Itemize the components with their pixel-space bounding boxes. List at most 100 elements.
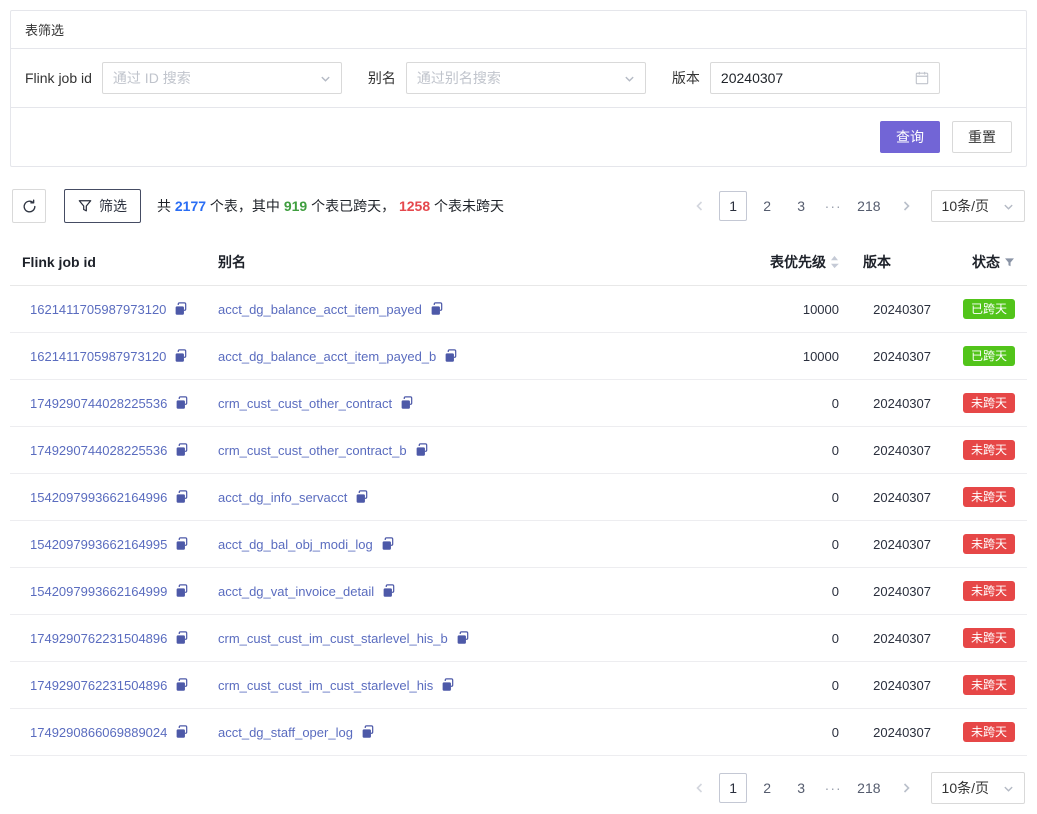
- copy-icon[interactable]: [174, 725, 188, 739]
- row-alias[interactable]: acct_dg_staff_oper_log: [218, 725, 353, 740]
- row-alias[interactable]: crm_cust_cust_other_contract: [218, 396, 392, 411]
- row-alias[interactable]: acct_dg_balance_acct_item_payed: [218, 302, 422, 317]
- page-button-218[interactable]: 218: [851, 191, 886, 221]
- total-count: 2177: [175, 198, 206, 214]
- row-alias[interactable]: acct_dg_balance_acct_item_payed_b: [218, 349, 436, 364]
- copy-icon[interactable]: [174, 443, 188, 457]
- summary-seg2: 个表，其中: [206, 198, 284, 214]
- filter-card: 表筛选 Flink job id 通过 ID 搜索 别名 通过别名搜索 版本 2…: [10, 10, 1027, 167]
- row-flink-id[interactable]: 1749290744028225536: [30, 443, 167, 458]
- page-size-select[interactable]: 10条/页: [931, 772, 1025, 804]
- copy-icon[interactable]: [174, 631, 188, 645]
- refresh-button[interactable]: [12, 189, 46, 223]
- row-flink-id[interactable]: 1542097993662164995: [30, 537, 167, 552]
- page-ellipsis[interactable]: ···: [821, 780, 845, 796]
- search-button[interactable]: 查询: [880, 121, 940, 153]
- table-row: 1621411705987973120 acct_dg_balance_acct…: [10, 333, 1027, 380]
- row-alias[interactable]: acct_dg_info_servacct: [218, 490, 347, 505]
- copy-icon[interactable]: [174, 678, 188, 692]
- row-priority: 0: [741, 615, 851, 662]
- row-alias[interactable]: acct_dg_vat_invoice_detail: [218, 584, 374, 599]
- table-row: 1621411705987973120 acct_dg_balance_acct…: [10, 286, 1027, 333]
- page-button-218[interactable]: 218: [851, 773, 886, 803]
- row-flink-id[interactable]: 1542097993662164999: [30, 584, 167, 599]
- filter-button[interactable]: 筛选: [64, 189, 141, 223]
- row-flink-id[interactable]: 1542097993662164996: [30, 490, 167, 505]
- alias-select[interactable]: 通过别名搜索: [406, 62, 646, 94]
- row-alias[interactable]: crm_cust_cust_other_contract_b: [218, 443, 407, 458]
- copy-icon[interactable]: [360, 725, 374, 739]
- filter-icon: [78, 199, 92, 213]
- row-alias[interactable]: crm_cust_cust_im_cust_starlevel_his_b: [218, 631, 448, 646]
- sort-icon[interactable]: [830, 255, 839, 269]
- page-size-select[interactable]: 10条/页: [931, 190, 1025, 222]
- copy-icon[interactable]: [381, 584, 395, 598]
- copy-icon[interactable]: [174, 537, 188, 551]
- page-button-2[interactable]: 2: [753, 191, 781, 221]
- copy-icon[interactable]: [174, 584, 188, 598]
- summary-seg3: 个表已跨天，: [307, 198, 399, 214]
- row-alias[interactable]: crm_cust_cust_im_cust_starlevel_his: [218, 678, 433, 693]
- flink-job-id-placeholder: 通过 ID 搜索: [113, 68, 191, 88]
- copy-icon[interactable]: [173, 349, 187, 363]
- version-label: 版本: [672, 68, 700, 88]
- summary-text: 共 2177 个表，其中 919 个表已跨天， 1258 个表未跨天: [157, 196, 504, 216]
- row-version: 20240307: [851, 427, 943, 474]
- copy-icon[interactable]: [440, 678, 454, 692]
- row-version: 20240307: [851, 380, 943, 427]
- next-page-button[interactable]: [893, 191, 919, 221]
- page-button-3[interactable]: 3: [787, 773, 815, 803]
- header-priority[interactable]: 表优先级: [741, 239, 851, 286]
- row-flink-id[interactable]: 1749290744028225536: [30, 396, 167, 411]
- page-button-3[interactable]: 3: [787, 191, 815, 221]
- refresh-icon: [22, 199, 37, 214]
- page-size-label: 10条/页: [942, 778, 989, 798]
- page-ellipsis[interactable]: ···: [821, 198, 845, 214]
- copy-icon[interactable]: [173, 302, 187, 316]
- row-priority: 0: [741, 427, 851, 474]
- row-priority: 10000: [741, 286, 851, 333]
- flink-job-id-select[interactable]: 通过 ID 搜索: [102, 62, 342, 94]
- row-flink-id[interactable]: 1749290762231504896: [30, 678, 167, 693]
- page-button-1[interactable]: 1: [719, 191, 747, 221]
- next-page-button[interactable]: [893, 773, 919, 803]
- header-priority-label: 表优先级: [770, 252, 826, 272]
- summary-seg4: 个表未跨天: [430, 198, 504, 214]
- row-alias[interactable]: acct_dg_bal_obj_modi_log: [218, 537, 373, 552]
- copy-icon[interactable]: [380, 537, 394, 551]
- table-body: 1621411705987973120 acct_dg_balance_acct…: [10, 286, 1027, 756]
- header-status[interactable]: 状态: [943, 239, 1027, 286]
- filter-button-label: 筛选: [99, 196, 127, 216]
- page-button-2[interactable]: 2: [753, 773, 781, 803]
- column-filter-icon[interactable]: [1004, 257, 1015, 268]
- copy-icon[interactable]: [399, 396, 413, 410]
- chevron-left-icon: [694, 200, 706, 212]
- row-flink-id[interactable]: 1621411705987973120: [30, 349, 166, 364]
- copy-icon[interactable]: [174, 396, 188, 410]
- alias-label: 别名: [368, 68, 396, 88]
- copy-icon[interactable]: [174, 490, 188, 504]
- status-badge: 已跨天: [963, 346, 1015, 366]
- page-button-1[interactable]: 1: [719, 773, 747, 803]
- table-header: Flink job id 别名 表优先级 版本 状态: [10, 239, 1027, 286]
- row-version: 20240307: [851, 709, 943, 756]
- row-flink-id[interactable]: 1621411705987973120: [30, 302, 166, 317]
- row-flink-id[interactable]: 1749290762231504896: [30, 631, 167, 646]
- pagination-bottom: 123 ··· 218 10条/页: [10, 772, 1025, 804]
- row-flink-id[interactable]: 1749290866069889024: [30, 725, 167, 740]
- copy-icon[interactable]: [354, 490, 368, 504]
- row-priority: 0: [741, 380, 851, 427]
- version-date-input[interactable]: 20240307: [710, 62, 940, 94]
- copy-icon[interactable]: [414, 443, 428, 457]
- toolbar: 筛选 共 2177 个表，其中 919 个表已跨天， 1258 个表未跨天 12…: [12, 189, 1025, 223]
- table-row: 1542097993662164996 acct_dg_info_servacc…: [10, 474, 1027, 521]
- copy-icon[interactable]: [443, 349, 457, 363]
- table-row: 1749290744028225536 crm_cust_cust_other_…: [10, 380, 1027, 427]
- reset-button[interactable]: 重置: [952, 121, 1012, 153]
- header-alias: 别名: [206, 239, 741, 286]
- chevron-left-icon: [694, 782, 706, 794]
- copy-icon[interactable]: [455, 631, 469, 645]
- prev-page-button[interactable]: [687, 773, 713, 803]
- copy-icon[interactable]: [429, 302, 443, 316]
- prev-page-button[interactable]: [687, 191, 713, 221]
